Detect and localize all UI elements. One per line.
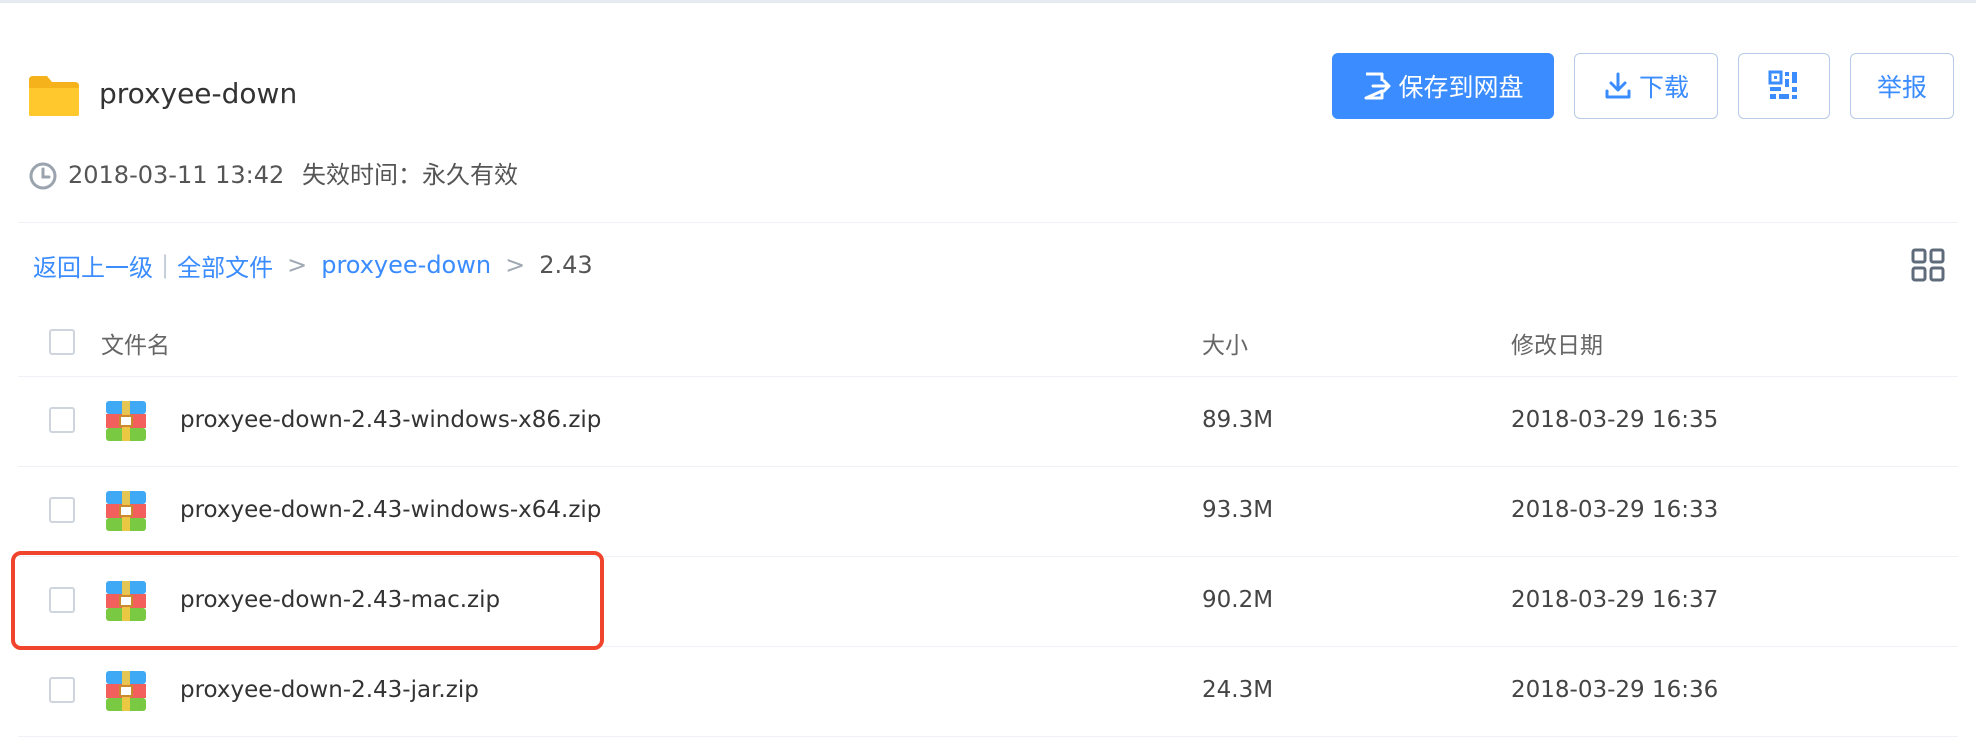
save-to-cloud-label: 保存到网盘 [1398,73,1524,102]
report-button[interactable]: 举报 [1850,53,1954,119]
breadcrumb-all-files[interactable]: 全部文件 [177,248,273,283]
zip-archive-icon [106,491,146,531]
report-label: 举报 [1876,73,1927,102]
qr-code-button[interactable] [1738,53,1830,119]
file-name[interactable]: proxyee-down-2.43-windows-x86.zip [180,403,601,437]
file-checkbox[interactable] [49,407,75,433]
share-header: proxyee-down 保存到网盘 下载 举报 2018-03-11 13:4… [0,0,1976,220]
breadcrumb-arrow: > [287,251,308,279]
file-size: 90.2M [1202,587,1274,613]
select-all-checkbox[interactable] [49,329,75,355]
column-size[interactable]: 大小 [1202,326,1248,360]
file-row[interactable]: proxyee-down-2.43-mac.zip 90.2M 2018-03-… [18,557,1958,647]
file-name[interactable]: proxyee-down-2.43-mac.zip [180,583,500,617]
file-checkbox[interactable] [49,497,75,523]
share-created-time: 2018-03-11 13:42 [68,161,285,189]
file-size: 24.3M [1202,677,1274,703]
breadcrumb-back-link[interactable]: 返回上一级 [33,248,153,283]
breadcrumb-current: 2.43 [539,251,593,279]
grid-view-icon[interactable] [1911,248,1945,282]
zip-archive-icon [106,581,146,621]
file-row[interactable]: proxyee-down-2.43-windows-x86.zip 89.3M … [18,377,1958,467]
download-button[interactable]: 下载 [1574,53,1718,119]
file-modified: 2018-03-29 16:35 [1511,407,1719,433]
file-checkbox[interactable] [49,587,75,613]
breadcrumb-separator: | [161,251,170,279]
file-name[interactable]: proxyee-down-2.43-windows-x64.zip [180,493,601,527]
download-icon [1605,72,1631,99]
column-name[interactable]: 文件名 [101,326,170,360]
breadcrumb-arrow: > [505,251,526,279]
save-to-cloud-icon [1364,72,1391,100]
file-size: 93.3M [1202,497,1274,523]
share-expire-time: 失效时间：永久有效 [302,161,518,189]
file-modified: 2018-03-29 16:37 [1511,587,1719,613]
file-modified: 2018-03-29 16:33 [1511,497,1719,523]
clock-icon [29,162,57,190]
folder-title: proxyee-down [99,77,298,110]
file-checkbox[interactable] [49,677,75,703]
file-size: 89.3M [1202,407,1274,433]
zip-archive-icon [106,671,146,711]
file-row[interactable]: proxyee-down-2.43-jar.zip 24.3M 2018-03-… [18,647,1958,737]
header-divider [18,222,1958,223]
download-label: 下载 [1638,73,1689,102]
qr-code-icon [1768,70,1797,99]
file-modified: 2018-03-29 16:36 [1511,677,1719,703]
file-list-header: 文件名 大小 修改日期 [18,308,1958,377]
save-to-cloud-button[interactable]: 保存到网盘 [1332,53,1554,119]
file-row[interactable]: proxyee-down-2.43-windows-x64.zip 93.3M … [18,467,1958,557]
folder-icon [29,76,79,116]
zip-archive-icon [106,401,146,441]
column-modified[interactable]: 修改日期 [1511,326,1603,360]
breadcrumb: 返回上一级 | 全部文件 > proxyee-down > 2.43 [33,248,593,282]
breadcrumb-proxyee-down[interactable]: proxyee-down [321,251,491,279]
file-name[interactable]: proxyee-down-2.43-jar.zip [180,673,479,707]
